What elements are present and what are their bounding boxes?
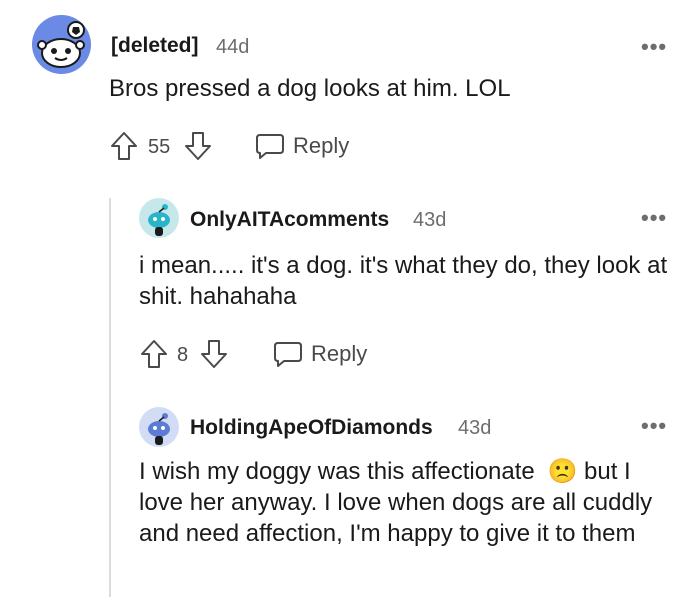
reply-label: Reply xyxy=(293,133,350,158)
vote-count: 8 xyxy=(177,344,189,366)
reply-bubble-icon xyxy=(256,134,284,159)
comment-username[interactable]: [deleted] xyxy=(111,34,199,58)
upvote-button[interactable] xyxy=(109,130,139,162)
more-options-icon[interactable]: ••• xyxy=(641,34,667,60)
downvote-arrow-icon xyxy=(185,132,211,160)
reply-label: Reply xyxy=(311,341,368,366)
vote-count: 55 xyxy=(148,136,171,158)
reply-bubble-icon xyxy=(274,342,302,367)
downvote-arrow-icon xyxy=(201,340,227,368)
downvote-button[interactable] xyxy=(199,338,229,370)
more-options-icon[interactable]: ••• xyxy=(641,413,667,439)
downvote-button[interactable] xyxy=(183,130,213,162)
upvote-arrow-icon xyxy=(111,132,137,160)
comment-username[interactable]: OnlyAITAcomments xyxy=(190,208,389,232)
snoo-avatar-icon xyxy=(139,198,179,238)
snoo-avatar-icon xyxy=(139,407,179,447)
comment-body: Bros pressed a dog looks at him. LOL xyxy=(109,75,511,102)
avatar[interactable] xyxy=(139,407,179,447)
more-options-icon[interactable]: ••• xyxy=(641,205,667,231)
comment-username[interactable]: HoldingApeOfDiamonds xyxy=(190,416,433,440)
comment-age: 44d xyxy=(216,36,250,58)
upvote-arrow-icon xyxy=(141,340,167,368)
avatar[interactable] xyxy=(139,198,179,238)
snoo-avatar-icon xyxy=(32,15,91,74)
reply-button[interactable]: Reply xyxy=(272,339,372,369)
reply-button[interactable]: Reply xyxy=(254,131,354,161)
comment-body: i mean..... it's a dog. it's what they d… xyxy=(139,252,668,310)
comment-body: I wish my doggy was this affectionate 🙁 … xyxy=(139,456,669,549)
comment-text-line1: I wish my doggy was this affectionate xyxy=(139,458,535,485)
avatar[interactable] xyxy=(32,15,91,74)
frowning-emoji-icon: 🙁 xyxy=(547,457,578,485)
upvote-button[interactable] xyxy=(139,338,169,370)
comment-age: 43d xyxy=(413,209,447,231)
thread-line[interactable] xyxy=(109,198,111,597)
comment-age: 43d xyxy=(458,417,492,439)
